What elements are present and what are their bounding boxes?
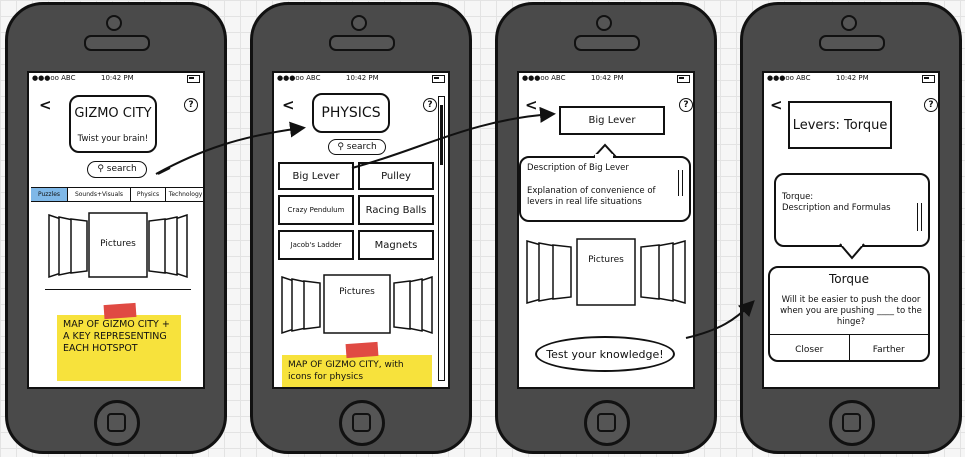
help-icon[interactable]: ? [423, 98, 437, 112]
description-bubble: Description of Big Lever Explanation of … [519, 156, 691, 222]
back-chevron-icon[interactable]: < [39, 98, 52, 113]
tab-puzzles[interactable]: Puzzles [31, 188, 68, 201]
clock: 10:42 PM [591, 74, 624, 82]
carrier-label: ●●●oo ABC [32, 74, 76, 82]
battery-icon [677, 75, 690, 83]
status-bar: ●●●oo ABC 10:42 PM [519, 73, 693, 84]
explanation-text: Explanation of convenience of levers in … [527, 186, 656, 207]
pictures-label: Pictures [100, 239, 136, 249]
racing-balls-button[interactable]: Racing Balls [358, 195, 434, 225]
pulley-button[interactable]: Pulley [358, 162, 434, 190]
answer-row: Closer Farther [770, 334, 929, 360]
speaker [84, 35, 150, 51]
battery-icon [432, 75, 445, 83]
help-icon[interactable]: ? [184, 98, 198, 112]
tape-decoration [345, 341, 379, 359]
phone-frame-1: ●●●oo ABC 10:42 PM < ? GIZMO CITY Twist … [5, 2, 227, 454]
speaker [819, 35, 885, 51]
torque-bubble: Torque: Description and Formulas [774, 173, 930, 247]
magnets-button[interactable]: Magnets [358, 230, 434, 260]
topic-title: Levers: Torque [788, 101, 892, 149]
search-placeholder: search [106, 164, 137, 174]
help-icon[interactable]: ? [679, 98, 693, 112]
torque-text: Torque: Description and Formulas [782, 192, 891, 213]
tab-technology[interactable]: Technology [166, 188, 203, 201]
tab-physics[interactable]: Physics [131, 188, 166, 201]
battery-icon [922, 75, 935, 83]
quiz-card: Torque Will it be easier to push the doo… [768, 266, 930, 362]
jacobs-ladder-button[interactable]: Jacob's Ladder [278, 230, 354, 260]
divider [45, 289, 191, 290]
camera [596, 15, 612, 31]
text-scrollbar[interactable] [917, 203, 922, 231]
title-card: GIZMO CITY Twist your brain! [69, 95, 157, 153]
home-button[interactable] [584, 400, 630, 446]
back-chevron-icon[interactable]: < [282, 98, 295, 113]
screen-big-lever: ●●●oo ABC 10:42 PM < ? Big Lever Descrip… [517, 71, 695, 389]
search-icon: ⚲ [337, 142, 344, 152]
title-card: PHYSICS [312, 93, 390, 133]
back-chevron-icon[interactable]: < [770, 98, 783, 113]
clock: 10:42 PM [346, 74, 379, 82]
phone-frame-3: ●●●oo ABC 10:42 PM < ? Big Lever Descrip… [495, 2, 717, 454]
speaker [329, 35, 395, 51]
section-title: PHYSICS [321, 105, 381, 121]
screen-torque: ●●●oo ABC 10:42 PM < ? Levers: Torque To… [762, 71, 940, 389]
home-button[interactable] [829, 400, 875, 446]
help-icon[interactable]: ? [924, 98, 938, 112]
search-placeholder: search [346, 142, 377, 152]
status-bar: ●●●oo ABC 10:42 PM [29, 73, 203, 84]
home-button[interactable] [339, 400, 385, 446]
map-sticky-note: MAP OF GIZMO CITY, with icons for physic… [282, 355, 432, 387]
home-button[interactable] [94, 400, 140, 446]
phone-frame-2: ●●●oo ABC 10:42 PM < ? PHYSICS ⚲ search … [250, 2, 472, 454]
carousel-frames [526, 238, 686, 306]
tagline: Twist your brain! [77, 134, 149, 144]
search-input[interactable]: ⚲ search [328, 139, 386, 155]
pictures-carousel[interactable]: Pictures [45, 211, 191, 281]
farther-button[interactable]: Farther [850, 335, 929, 360]
app-title: GIZMO CITY [74, 106, 152, 121]
search-input[interactable]: ⚲ search [87, 161, 147, 178]
status-bar: ●●●oo ABC 10:42 PM [764, 73, 938, 84]
scrollbar[interactable] [438, 96, 445, 381]
quiz-title: Torque [829, 272, 869, 286]
battery-icon [187, 75, 200, 83]
carrier-label: ●●●oo ABC [522, 74, 566, 82]
camera [351, 15, 367, 31]
camera [841, 15, 857, 31]
phone-frame-4: ●●●oo ABC 10:42 PM < ? Levers: Torque To… [740, 2, 962, 454]
pictures-label: Pictures [588, 255, 624, 265]
tape-decoration [103, 302, 137, 320]
carrier-label: ●●●oo ABC [767, 74, 811, 82]
text-scrollbar[interactable] [678, 170, 683, 196]
map-sticky-note: MAP OF GIZMO CITY + A KEY REPRESENTING E… [57, 315, 181, 381]
carousel-frames [281, 274, 433, 335]
big-lever-button[interactable]: Big Lever [278, 162, 354, 190]
crazy-pendulum-button[interactable]: Crazy Pendulum [278, 195, 354, 225]
status-bar: ●●●oo ABC 10:42 PM [274, 73, 448, 84]
screen-gizmo-city: ●●●oo ABC 10:42 PM < ? GIZMO CITY Twist … [27, 71, 205, 389]
search-icon: ⚲ [97, 164, 104, 174]
quiz-question: Will it be easier to push the door when … [780, 295, 922, 327]
screen-physics: ●●●oo ABC 10:42 PM < ? PHYSICS ⚲ search … [272, 71, 450, 389]
pictures-carousel[interactable]: Pictures [523, 237, 689, 309]
back-chevron-icon[interactable]: < [525, 98, 538, 113]
pictures-carousel[interactable]: Pictures [278, 273, 436, 337]
description-text: Description of Big Lever [527, 163, 629, 173]
test-knowledge-button[interactable]: Test your knowledge! [535, 336, 675, 372]
tab-sounds-visuals[interactable]: Sounds+Visuals [68, 188, 131, 201]
callout-pointer [839, 243, 865, 260]
carrier-label: ●●●oo ABC [277, 74, 321, 82]
pointer-mask [595, 154, 613, 160]
category-tabs: Puzzles Sounds+Visuals Physics Technolog… [31, 187, 203, 202]
clock: 10:42 PM [101, 74, 134, 82]
pictures-label: Pictures [339, 287, 375, 297]
speaker [574, 35, 640, 51]
closer-button[interactable]: Closer [770, 335, 850, 360]
camera [106, 15, 122, 31]
clock: 10:42 PM [836, 74, 869, 82]
